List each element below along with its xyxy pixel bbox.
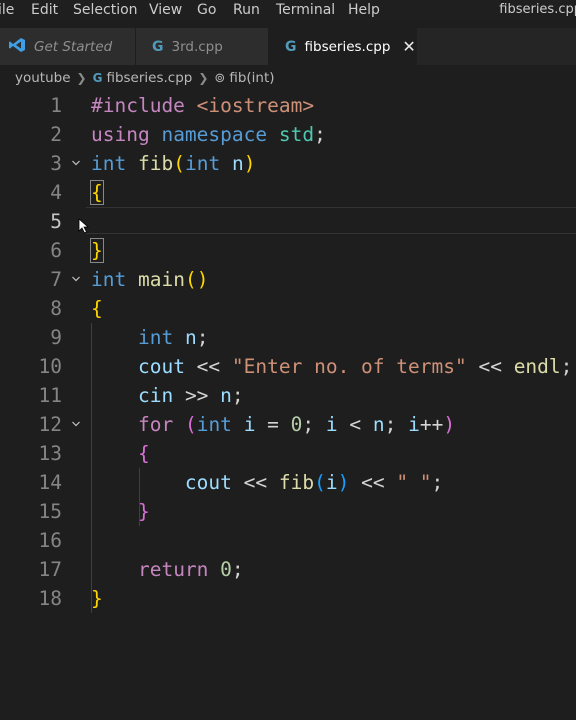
line-number: 12 — [38, 413, 62, 436]
breadcrumb-symbol[interactable]: fib(int) — [229, 70, 274, 86]
line-code: int main() — [91, 268, 209, 291]
code-line[interactable]: 10 cout << "Enter no. of terms" << endl; — [0, 352, 576, 381]
cpp-file-icon: G — [92, 71, 103, 85]
chevron-right-icon: ❯ — [198, 71, 209, 85]
mouse-pointer-icon — [78, 218, 89, 234]
line-code: cout << fib(i) << " "; — [184, 471, 444, 494]
code-editor[interactable]: 1 #include <iostream> 2 using namespace … — [0, 91, 576, 720]
line-code: int fib(int n) — [91, 152, 256, 175]
line-number: 7 — [50, 268, 62, 291]
line-number: 4 — [50, 181, 62, 204]
vscode-icon — [8, 37, 26, 57]
line-code: { — [90, 180, 104, 205]
line-code: } — [90, 238, 104, 263]
line-number: 13 — [38, 442, 62, 465]
line-code: cout << "Enter no. of terms" << endl; — [137, 355, 573, 378]
tab-label: Get Started — [34, 38, 113, 55]
menu-run[interactable]: Run — [233, 2, 260, 18]
line-number: 3 — [50, 152, 62, 175]
code-line[interactable]: 6 } — [0, 236, 576, 265]
line-code: #include <iostream> — [91, 94, 315, 117]
line-number: 11 — [38, 384, 62, 407]
code-line[interactable]: 17 return 0; — [0, 555, 576, 584]
line-number: 1 — [50, 94, 62, 117]
menu-go[interactable]: Go — [197, 2, 216, 18]
tab-label: fibseries.cpp — [304, 38, 391, 55]
function-cube-icon: ⊚ — [214, 70, 226, 86]
line-code: for (int i = 0; i < n; i++) — [137, 413, 456, 436]
menu-edit[interactable]: Edit — [31, 2, 58, 18]
tab-bar: Get Started G 3rd.cpp G fibseries.cpp ✕ — [0, 28, 576, 65]
line-number: 15 — [38, 500, 62, 523]
tab-get-started[interactable]: Get Started — [0, 28, 136, 65]
code-line[interactable]: 8 { — [0, 294, 576, 323]
close-icon[interactable]: ✕ — [402, 37, 415, 56]
line-code: { — [137, 442, 150, 465]
code-line[interactable]: 11 cin >> n; — [0, 381, 576, 410]
menu-bar: ile Edit Selection View Go Run Terminal … — [0, 0, 576, 22]
line-number: 14 — [38, 471, 62, 494]
code-line[interactable]: 3 int fib(int n) — [0, 149, 576, 178]
breadcrumb: youtube ❯ G fibseries.cpp ❯ ⊚ fib(int) — [0, 65, 576, 91]
chevron-down-icon[interactable] — [72, 159, 80, 167]
line-code: } — [91, 587, 103, 610]
breadcrumb-folder[interactable]: youtube — [15, 70, 71, 86]
line-number: 9 — [50, 326, 62, 349]
code-line[interactable]: 12 for (int i = 0; i < n; i++) — [0, 410, 576, 439]
code-line[interactable]: 7 int main() — [0, 265, 576, 294]
code-line[interactable]: 15 } — [0, 497, 576, 526]
code-line[interactable]: 16 — [0, 526, 576, 555]
code-line[interactable]: 18 } — [0, 584, 576, 613]
line-number: 10 — [38, 355, 62, 378]
chevron-down-icon[interactable] — [72, 420, 80, 428]
line-code: return 0; — [137, 558, 244, 581]
chevron-down-icon[interactable] — [72, 275, 80, 283]
tab-3rd-cpp[interactable]: G 3rd.cpp — [136, 28, 269, 65]
line-number: 16 — [38, 529, 62, 552]
line-number: 2 — [50, 123, 62, 146]
line-code: cin >> n; — [137, 384, 244, 407]
chevron-right-icon: ❯ — [76, 71, 87, 85]
line-code: { — [91, 297, 103, 320]
line-code: using namespace std; — [91, 123, 326, 146]
code-line[interactable]: 2 using namespace std; — [0, 120, 576, 149]
code-line[interactable]: 13 { — [0, 439, 576, 468]
menu-selection[interactable]: Selection — [73, 2, 138, 18]
window-title: fibseries.cpp — [499, 2, 576, 17]
menu-view[interactable]: View — [149, 2, 182, 18]
line-number: 17 — [38, 558, 62, 581]
code-line[interactable]: 9 int n; — [0, 323, 576, 352]
menu-terminal[interactable]: Terminal — [276, 2, 335, 18]
cpp-file-icon: G — [285, 38, 297, 55]
tab-label: 3rd.cpp — [171, 38, 223, 55]
tab-fibseries-cpp[interactable]: G fibseries.cpp ✕ — [269, 28, 417, 65]
code-line[interactable]: 1 #include <iostream> — [0, 91, 576, 120]
line-code: int n; — [137, 326, 209, 349]
menu-file[interactable]: ile — [0, 2, 14, 18]
code-line[interactable]: 4 { — [0, 178, 576, 207]
line-code: } — [137, 500, 150, 523]
line-number: 8 — [50, 297, 62, 320]
line-number: 6 — [50, 239, 62, 262]
line-number: 18 — [38, 587, 62, 610]
menu-help[interactable]: Help — [348, 2, 380, 18]
code-line[interactable]: 14 cout << fib(i) << " "; — [0, 468, 576, 497]
breadcrumb-file[interactable]: fibseries.cpp — [106, 70, 192, 86]
cpp-file-icon: G — [152, 38, 164, 55]
line-number: 5 — [50, 210, 62, 233]
